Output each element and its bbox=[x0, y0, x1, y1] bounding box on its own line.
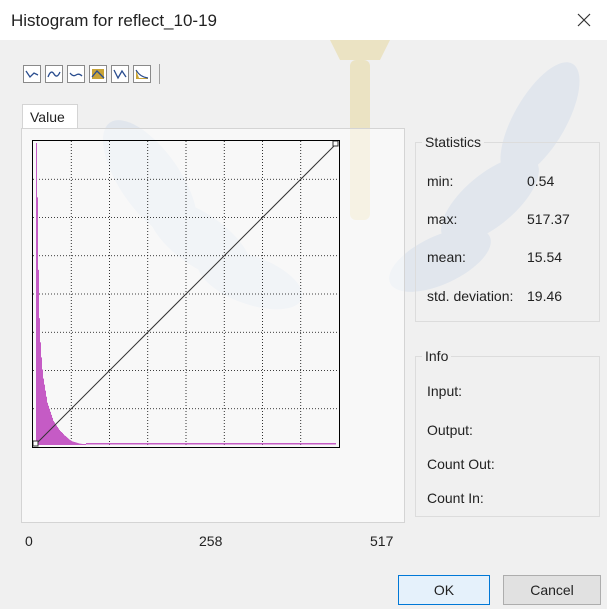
equalize-button[interactable] bbox=[89, 65, 107, 83]
histogram-bar bbox=[82, 443, 83, 445]
log-curve-button[interactable] bbox=[67, 65, 85, 83]
histogram-bar bbox=[73, 441, 74, 445]
histogram-bar bbox=[46, 396, 47, 445]
close-button[interactable] bbox=[566, 4, 602, 36]
close-icon bbox=[577, 13, 591, 27]
histogram-bar bbox=[67, 437, 68, 445]
sigmoid-curve-icon bbox=[113, 69, 127, 80]
histogram-bar bbox=[42, 369, 43, 445]
histogram-bar bbox=[80, 443, 81, 445]
histogram-bar bbox=[64, 435, 65, 445]
histogram-bar bbox=[49, 408, 50, 445]
histogram-bar bbox=[78, 443, 79, 445]
histogram-bar bbox=[76, 442, 77, 445]
min-label: min: bbox=[427, 173, 454, 189]
histogram-bar bbox=[63, 434, 64, 445]
histogram-bar bbox=[40, 342, 41, 445]
histogram-bar bbox=[59, 429, 60, 445]
tab-value-label: Value bbox=[30, 109, 65, 125]
histogram-bar bbox=[79, 443, 80, 445]
title-bar: Histogram for reflect_10-19 bbox=[0, 0, 607, 40]
window-title: Histogram for reflect_10-19 bbox=[11, 11, 217, 30]
histogram-bar bbox=[83, 444, 84, 445]
histogram-bar bbox=[62, 432, 63, 445]
min-handle[interactable] bbox=[33, 440, 39, 447]
log-curve-icon bbox=[69, 72, 83, 77]
max-handle[interactable] bbox=[332, 141, 339, 147]
min-value: 0.54 bbox=[527, 173, 555, 189]
histogram-bar bbox=[38, 269, 39, 445]
histogram-bar bbox=[51, 414, 52, 445]
histogram-bar bbox=[43, 378, 44, 445]
histogram-bar bbox=[65, 435, 66, 445]
histogram-bar bbox=[50, 411, 51, 445]
output-label: Output: bbox=[427, 422, 473, 438]
axis-max-label: 517 bbox=[370, 533, 394, 549]
tab-value[interactable]: Value bbox=[22, 104, 78, 129]
histogram-bar bbox=[84, 444, 85, 445]
histogram-bar bbox=[75, 442, 76, 445]
max-value: 517.37 bbox=[527, 211, 570, 227]
histogram-tail bbox=[86, 443, 336, 445]
histogram-bar bbox=[58, 428, 59, 445]
histogram-bar bbox=[52, 417, 53, 445]
histogram-bar bbox=[81, 443, 82, 445]
std-deviation-label: std. deviation: bbox=[427, 288, 514, 304]
histogram-plot[interactable] bbox=[32, 140, 340, 448]
toolbar bbox=[23, 63, 160, 85]
cancel-button[interactable]: Cancel bbox=[503, 575, 601, 605]
smooth-curve-icon bbox=[47, 71, 61, 78]
histogram-bar bbox=[69, 439, 70, 445]
ok-button[interactable]: OK bbox=[398, 575, 490, 605]
smooth-curve-button[interactable] bbox=[45, 65, 63, 83]
linear-curve-icon bbox=[25, 70, 39, 79]
linear-curve-button[interactable] bbox=[23, 65, 41, 83]
max-label: max: bbox=[427, 211, 458, 227]
histogram-bar bbox=[37, 197, 38, 445]
sigmoid-curve-button[interactable] bbox=[111, 65, 129, 83]
histogram-bar bbox=[56, 425, 57, 445]
histogram-bar bbox=[61, 432, 62, 445]
axis-min-label: 0 bbox=[25, 533, 33, 549]
histogram-bar bbox=[77, 442, 78, 445]
count-out-label: Count Out: bbox=[427, 456, 495, 472]
histogram-bar bbox=[41, 357, 42, 445]
histogram-bar bbox=[47, 402, 48, 445]
histogram-bar bbox=[53, 420, 54, 445]
equalize-icon bbox=[91, 69, 105, 79]
std-deviation-value: 19.46 bbox=[527, 288, 563, 304]
histogram-bar bbox=[85, 444, 86, 445]
histogram-bar bbox=[55, 423, 56, 445]
toolbar-separator bbox=[159, 64, 160, 84]
histogram-fill-icon bbox=[135, 69, 149, 79]
mean-label: mean: bbox=[427, 249, 466, 265]
histogram-bar bbox=[60, 431, 61, 445]
info-title: Info bbox=[422, 348, 452, 364]
axis-mid-label: 258 bbox=[199, 533, 223, 549]
histogram-fill-button[interactable] bbox=[133, 65, 151, 83]
histogram-bar bbox=[39, 318, 40, 445]
histogram-dialog: Histogram for reflect_10-19 Value 0 258 … bbox=[0, 0, 607, 609]
mean-value: 15.54 bbox=[527, 249, 563, 265]
input-label: Input: bbox=[427, 383, 463, 399]
histogram-bar bbox=[48, 405, 49, 445]
histogram-bar bbox=[71, 440, 72, 445]
histogram-bar bbox=[45, 390, 46, 445]
histogram-bar bbox=[36, 143, 37, 445]
count-in-label: Count In: bbox=[427, 490, 484, 506]
histogram-bar bbox=[74, 441, 75, 445]
histogram-bar bbox=[68, 438, 69, 445]
histogram-svg bbox=[33, 141, 339, 447]
statistics-title: Statistics bbox=[422, 134, 485, 150]
histogram-bar bbox=[66, 436, 67, 445]
histogram-bar bbox=[72, 441, 73, 445]
histogram-bar bbox=[70, 440, 71, 445]
histogram-bar bbox=[57, 426, 58, 445]
